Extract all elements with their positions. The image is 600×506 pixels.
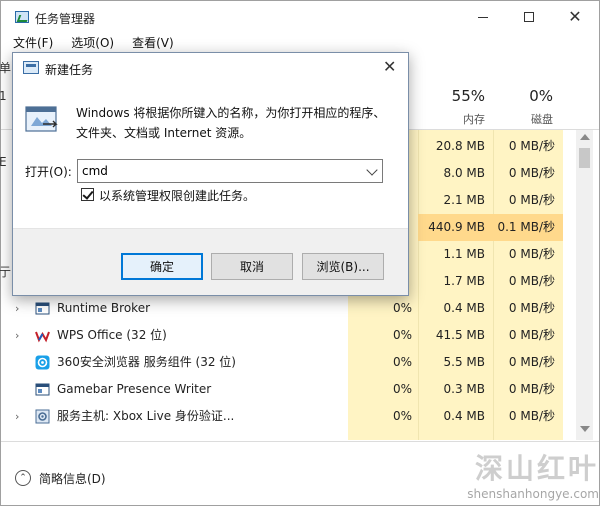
dialog-close-button[interactable]: ✕ xyxy=(383,59,396,75)
process-row-360-browser[interactable]: 360安全浏览器 服务组件 (32 位) 0% 5.5 MB 0 MB/秒 xyxy=(1,349,576,376)
watermark-url: shenshanhongye.com xyxy=(467,487,599,501)
gamebar-icon xyxy=(35,383,50,396)
process-name: 360安全浏览器 服务组件 (32 位) xyxy=(57,355,236,369)
disk-cell: 0 MB/秒 xyxy=(508,355,555,369)
open-combobox-value[interactable]: cmd xyxy=(82,164,108,178)
chevron-down-icon[interactable] xyxy=(366,164,378,176)
run-program-icon xyxy=(25,106,58,132)
fewer-details-label: 简略信息(D) xyxy=(39,471,106,486)
memory-cell: 8.0 MB xyxy=(443,166,485,180)
memory-cell: 0.4 MB xyxy=(443,301,485,315)
process-row-runtime-broker[interactable]: › Runtime Broker 0% 0.4 MB 0 MB/秒 xyxy=(1,295,576,322)
watermark-logo: 深山红叶 xyxy=(474,452,599,485)
window-title: 任务管理器 xyxy=(35,12,96,26)
process-name: Gamebar Presence Writer xyxy=(57,382,212,396)
ok-button[interactable]: 确定 xyxy=(121,253,203,280)
chevron-up-circle-icon: ⌃ xyxy=(15,470,31,486)
vertical-scrollbar[interactable] xyxy=(576,130,593,440)
menu-options[interactable]: 选项(O) xyxy=(59,33,120,53)
maximize-icon xyxy=(524,12,534,22)
dialog-title: 新建任务 xyxy=(45,63,94,77)
dialog-description: Windows 将根据你所键入的名称，为你打开相应的程序、 文件夹、文档或 In… xyxy=(76,103,396,143)
cancel-button[interactable]: 取消 xyxy=(211,253,293,280)
close-button[interactable]: ✕ xyxy=(552,1,598,33)
memory-cell: 0.3 MB xyxy=(443,382,485,396)
disk-cell: 0 MB/秒 xyxy=(508,274,555,288)
memory-column-label: 内存 xyxy=(463,113,485,126)
memory-cell: 2.1 MB xyxy=(443,193,485,207)
cpu-cell: 0% xyxy=(392,409,412,423)
disk-cell: 0 MB/秒 xyxy=(508,139,555,153)
runtime-broker-icon xyxy=(35,302,50,315)
run-dialog-icon xyxy=(23,61,39,74)
open-label: 打开(O): xyxy=(25,165,72,179)
expand-chevron-icon xyxy=(15,349,25,376)
disk-cell: 0 MB/秒 xyxy=(508,166,555,180)
disk-column-header[interactable]: 0% 磁盘 xyxy=(487,87,553,127)
memory-usage-percent: 55% xyxy=(451,87,485,105)
close-icon: ✕ xyxy=(383,57,397,76)
memory-cell: 440.9 MB xyxy=(418,214,493,241)
memory-cell: 5.5 MB xyxy=(443,355,485,369)
disk-usage-percent: 0% xyxy=(529,87,553,105)
360-browser-icon xyxy=(35,355,50,370)
process-row-gamebar[interactable]: Gamebar Presence Writer 0% 0.3 MB 0 MB/秒 xyxy=(1,376,576,403)
menu-bar: 文件(F) 选项(O) 查看(V) xyxy=(1,33,599,53)
close-icon: ✕ xyxy=(568,7,582,26)
disk-cell: 0.1 MB/秒 xyxy=(493,214,563,241)
description-line-1: Windows 将根据你所键入的名称，为你打开相应的程序、 xyxy=(76,106,386,120)
cpu-cell: 0% xyxy=(392,355,412,369)
task-manager-titlebar: 任务管理器 ✕ xyxy=(1,1,599,33)
dialog-button-bar: 确定 取消 浏览(B)... xyxy=(13,228,408,295)
memory-cell: 41.5 MB xyxy=(435,328,485,342)
browse-button[interactable]: 浏览(B)... xyxy=(302,253,384,280)
process-name: 服务主机: Xbox Live 身份验证... xyxy=(57,409,235,423)
menu-file[interactable]: 文件(F) xyxy=(1,33,59,53)
menu-view[interactable]: 查看(V) xyxy=(120,33,180,53)
description-line-2: 文件夹、文档或 Internet 资源。 xyxy=(76,126,252,140)
fewer-details-button[interactable]: ⌃ 简略信息(D) xyxy=(15,468,106,488)
dialog-titlebar: 新建任务 ✕ xyxy=(13,53,408,83)
process-name: WPS Office (32 位) xyxy=(57,328,167,342)
memory-cell: 1.7 MB xyxy=(443,274,485,288)
minimize-icon xyxy=(478,16,488,18)
wps-office-icon xyxy=(35,331,50,343)
scroll-thumb[interactable] xyxy=(579,148,590,168)
watermark: 深山红叶 shenshanhongye.com xyxy=(429,447,599,501)
memory-cell: 20.8 MB xyxy=(435,139,485,153)
cpu-cell: 0% xyxy=(392,382,412,396)
service-host-icon xyxy=(35,409,50,424)
disk-cell: 0 MB/秒 xyxy=(508,193,555,207)
memory-column-header[interactable]: 55% 内存 xyxy=(419,87,485,127)
expand-chevron-icon xyxy=(15,376,25,403)
admin-privileges-label[interactable]: 以系统管理权限创建此任务。 xyxy=(99,187,255,204)
expand-chevron-icon[interactable]: › xyxy=(15,295,25,322)
process-row-wps-office[interactable]: › WPS Office (32 位) 0% 41.5 MB 0 MB/秒 xyxy=(1,322,576,349)
maximize-button[interactable] xyxy=(506,1,552,33)
admin-privileges-checkbox[interactable] xyxy=(81,188,94,201)
partial-header-glyph: 1 xyxy=(0,89,7,103)
expand-chevron-icon[interactable]: › xyxy=(15,403,25,430)
memory-cell: 1.1 MB xyxy=(443,247,485,261)
scroll-up-arrow-icon[interactable] xyxy=(580,134,590,140)
disk-column-label: 磁盘 xyxy=(531,113,553,126)
footer-divider xyxy=(1,441,599,442)
cpu-cell: 0% xyxy=(392,328,412,342)
minimize-button[interactable] xyxy=(460,1,506,33)
disk-cell: 0 MB/秒 xyxy=(508,382,555,396)
disk-cell: 0 MB/秒 xyxy=(508,409,555,423)
disk-cell: 0 MB/秒 xyxy=(508,247,555,261)
scroll-down-arrow-icon[interactable] xyxy=(580,426,590,432)
memory-cell: 0.4 MB xyxy=(443,409,485,423)
disk-cell: 0 MB/秒 xyxy=(508,328,555,342)
partial-tab-glyph: 单 xyxy=(0,61,12,75)
expand-chevron-icon[interactable]: › xyxy=(15,322,25,349)
create-new-task-dialog: 新建任务 ✕ Windows 将根据你所键入的名称，为你打开相应的程序、 文件夹… xyxy=(12,52,409,296)
cpu-cell: 0% xyxy=(392,301,412,315)
process-name: Runtime Broker xyxy=(57,301,151,315)
process-row-service-host-xbox[interactable]: › 服务主机: Xbox Live 身份验证... 0% 0.4 MB 0 MB… xyxy=(1,403,576,430)
task-manager-app-icon xyxy=(15,11,29,23)
open-combobox[interactable]: cmd xyxy=(77,159,383,183)
disk-cell: 0 MB/秒 xyxy=(508,301,555,315)
